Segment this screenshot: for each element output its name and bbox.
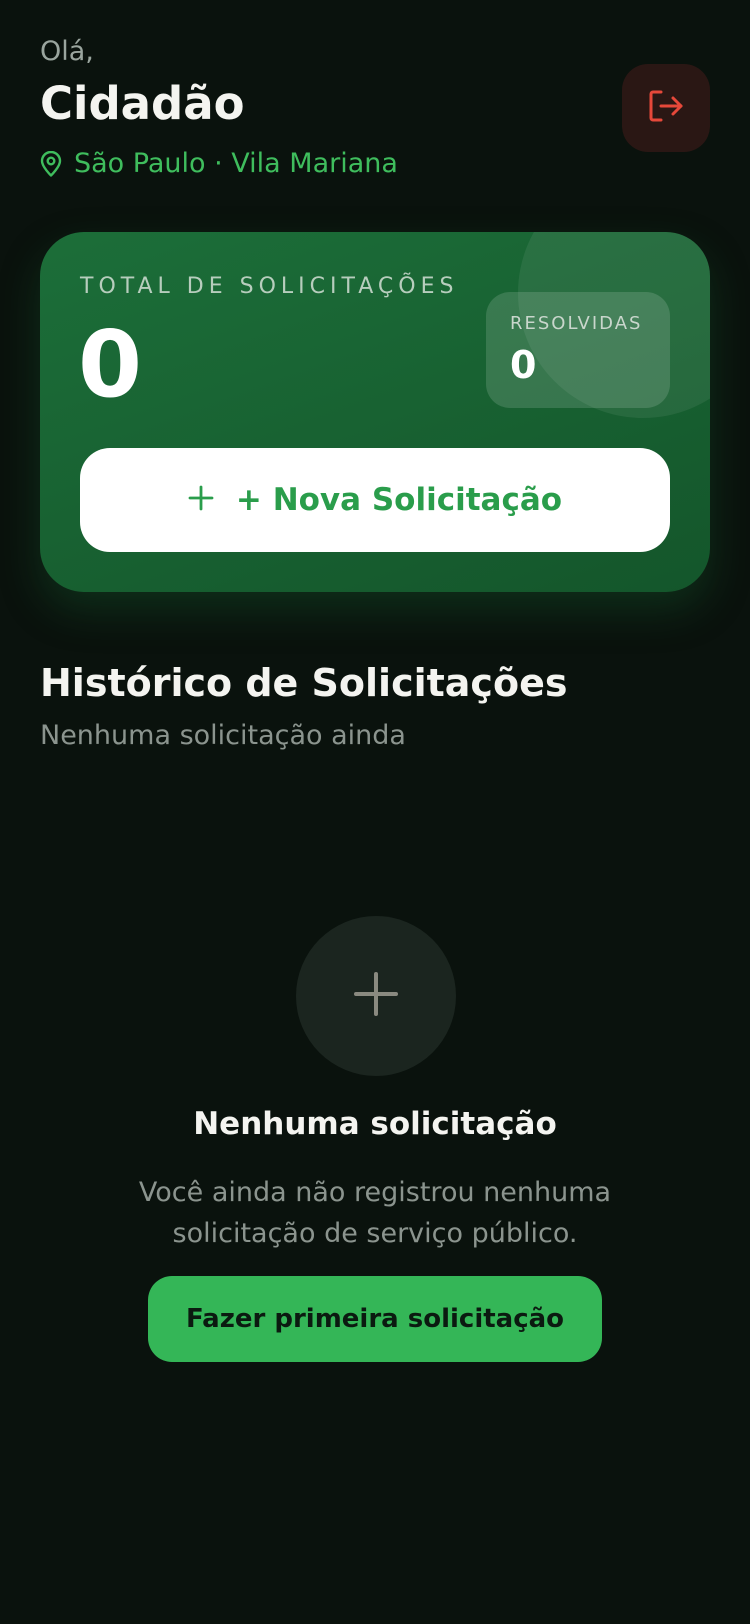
resolved-label: RESOLVIDAS	[510, 313, 643, 334]
total-requests-label: TOTAL DE SOLICITAÇÕES	[80, 274, 459, 299]
total-requests-value: 0	[78, 311, 143, 418]
new-request-button[interactable]: + Nova Solicitação	[80, 448, 670, 552]
first-request-button[interactable]: Fazer primeira solicitação	[148, 1276, 602, 1362]
plus-icon	[188, 485, 214, 515]
resolved-box: RESOLVIDAS 0	[486, 292, 670, 408]
user-name: Cidadão	[40, 77, 245, 130]
greeting: Olá,	[40, 36, 94, 67]
plus-icon	[354, 972, 398, 1020]
logout-icon	[648, 89, 684, 127]
empty-state-title: Nenhuma solicitação	[193, 1106, 557, 1142]
location: São Paulo · Vila Mariana	[40, 146, 398, 182]
location-text: São Paulo · Vila Mariana	[74, 148, 398, 179]
empty-state-description: Você ainda não registrou nenhuma solicit…	[138, 1177, 612, 1249]
logout-button[interactable]	[622, 64, 710, 152]
history-title: Histórico de Solicitações	[40, 661, 568, 705]
empty-state-icon-circle	[296, 916, 456, 1076]
map-pin-icon	[40, 151, 62, 177]
new-request-label: + Nova Solicitação	[235, 482, 563, 518]
header: Olá, Cidadão São Paulo · Vila Mariana	[40, 34, 710, 194]
summary-card: TOTAL DE SOLICITAÇÕES 0 RESOLVIDAS 0 + N…	[40, 232, 710, 592]
resolved-value: 0	[510, 343, 537, 387]
first-request-label: Fazer primeira solicitação	[185, 1304, 565, 1334]
history-subtitle: Nenhuma solicitação ainda	[40, 720, 406, 751]
